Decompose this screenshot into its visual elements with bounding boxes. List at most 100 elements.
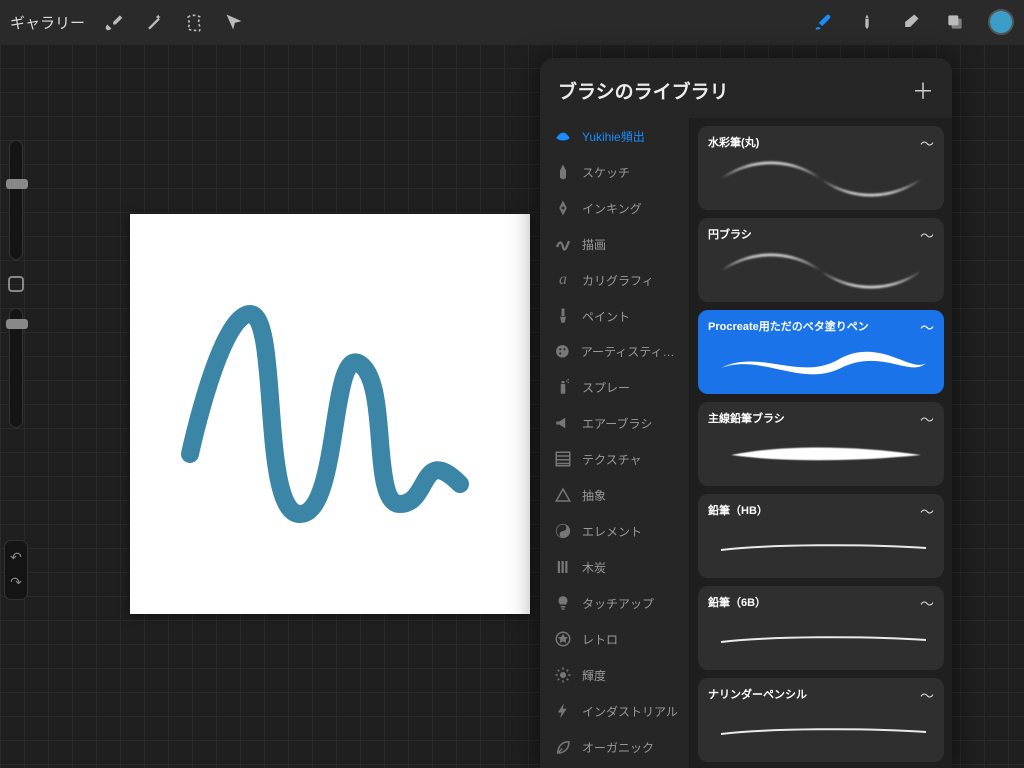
- category-label: タッチアップ: [582, 595, 654, 612]
- horn-icon: [554, 414, 572, 432]
- brush-swipe-icon: 〜: [920, 686, 934, 706]
- brush-swipe-icon: 〜: [920, 226, 934, 246]
- arrow-icon[interactable]: [223, 11, 245, 33]
- category-item[interactable]: タッチアップ: [540, 585, 689, 621]
- brush-item[interactable]: ナリンダーペンシル 〜: [698, 678, 944, 762]
- category-label: Yukihie頻出: [582, 128, 645, 145]
- brush-tool-icon[interactable]: [812, 11, 834, 33]
- brush-item[interactable]: Procreate用ただのベタ塗りペン 〜: [698, 310, 944, 394]
- category-label: インキング: [582, 200, 642, 217]
- brush-swipe-icon: 〜: [920, 318, 934, 338]
- paintbrush-icon: [554, 307, 572, 325]
- texture-icon: [554, 450, 572, 468]
- category-label: インダストリアル: [582, 703, 678, 720]
- canvas[interactable]: [130, 214, 530, 614]
- category-item[interactable]: 木炭: [540, 549, 689, 585]
- modifier-button[interactable]: [8, 276, 24, 292]
- top-toolbar: ギャラリー: [0, 0, 1024, 44]
- category-item[interactable]: スケッチ: [540, 154, 689, 190]
- brush-preview: [708, 430, 934, 480]
- brush-item[interactable]: 鉛筆（6B）〜: [698, 586, 944, 670]
- bolt-icon: [554, 702, 572, 720]
- category-item[interactable]: ペイント: [540, 298, 689, 334]
- category-item[interactable]: レトロ: [540, 621, 689, 657]
- smudge-tool-icon[interactable]: [856, 11, 878, 33]
- brush-swipe-icon: 〜: [920, 594, 934, 614]
- brush-name: ナリンダーペンシル: [708, 686, 807, 702]
- brush-name: Procreate用ただのベタ塗りペン: [708, 318, 869, 334]
- color-picker-button[interactable]: [988, 9, 1014, 35]
- stroke-icon: [554, 127, 572, 145]
- squiggle-icon: [554, 235, 572, 253]
- brush-swipe-icon: 〜: [920, 134, 934, 154]
- brush-name: 鉛筆（HB）: [708, 502, 768, 518]
- category-label: レトロ: [582, 631, 618, 648]
- category-item[interactable]: テクスチャ: [540, 441, 689, 477]
- pen-icon: [554, 199, 572, 217]
- category-label: エアーブラシ: [582, 415, 652, 432]
- sun-icon: [554, 666, 572, 684]
- category-label: ペイント: [582, 308, 630, 325]
- brush-library-panel: ブラシのライブラリ ＋ Yukihie頻出スケッチインキング描画 a カリグラフィペ…: [540, 58, 952, 768]
- brush-size-slider[interactable]: [9, 140, 23, 260]
- category-label: 抽象: [582, 487, 606, 504]
- wrench-icon[interactable]: [103, 11, 125, 33]
- category-label: オーガニック: [582, 739, 654, 756]
- brush-item[interactable]: 主線鉛筆ブラシ〜: [698, 402, 944, 486]
- undo-icon[interactable]: ↶: [10, 549, 22, 566]
- brush-category-list[interactable]: Yukihie頻出スケッチインキング描画 a カリグラフィペイントアーティスティック…: [540, 118, 690, 768]
- category-item[interactable]: アーティスティック: [540, 334, 689, 369]
- layers-icon[interactable]: [944, 11, 966, 33]
- left-slider-group: [4, 140, 28, 428]
- brush-preview: [708, 522, 934, 572]
- category-label: カリグラフィ: [582, 272, 654, 289]
- category-label: 輝度: [582, 667, 606, 684]
- eraser-tool-icon[interactable]: [900, 11, 922, 33]
- category-item[interactable]: インダストリアル: [540, 693, 689, 729]
- spray-icon: [554, 378, 572, 396]
- category-item[interactable]: エアーブラシ: [540, 405, 689, 441]
- bulb-icon: [554, 594, 572, 612]
- category-label: アーティスティック: [581, 343, 679, 360]
- brush-name: 水彩筆(丸): [708, 134, 759, 150]
- yinyang-icon: [554, 522, 572, 540]
- brush-swipe-icon: 〜: [920, 502, 934, 522]
- category-item[interactable]: Yukihie頻出: [540, 118, 689, 154]
- a-icon: a: [554, 271, 572, 289]
- undo-redo-group: ↶ ↷: [4, 540, 28, 600]
- selection-icon[interactable]: [183, 11, 205, 33]
- category-item[interactable]: オーガニック: [540, 729, 689, 765]
- category-item[interactable]: 描画: [540, 226, 689, 262]
- category-item[interactable]: a カリグラフィ: [540, 262, 689, 298]
- brush-name: 円ブラシ: [708, 226, 752, 242]
- category-item[interactable]: インキング: [540, 190, 689, 226]
- brush-preview: [708, 706, 934, 756]
- brush-list[interactable]: 水彩筆(丸)〜円ブラシ〜Procreate用ただのベタ塗りペン〜主線鉛筆ブラシ〜…: [690, 118, 952, 768]
- category-label: スプレー: [582, 379, 630, 396]
- category-item[interactable]: エレメント: [540, 513, 689, 549]
- brush-item[interactable]: 鉛筆（HB） 〜: [698, 494, 944, 578]
- bars-icon: [554, 558, 572, 576]
- palette-icon: [554, 343, 571, 360]
- brush-item[interactable]: 水彩筆(丸) 〜: [698, 126, 944, 210]
- leaf-icon: [554, 738, 572, 756]
- category-item[interactable]: 輝度: [540, 657, 689, 693]
- star-icon: [554, 630, 572, 648]
- category-label: エレメント: [582, 523, 642, 540]
- add-brush-button[interactable]: ＋: [912, 74, 934, 106]
- category-label: 描画: [582, 236, 606, 253]
- brush-preview: [708, 246, 934, 296]
- opacity-slider[interactable]: [9, 308, 23, 428]
- brush-item[interactable]: 円ブラシ 〜: [698, 218, 944, 302]
- brush-preview: [708, 338, 934, 388]
- category-item[interactable]: スプレー: [540, 369, 689, 405]
- brush-name: 主線鉛筆ブラシ: [708, 410, 785, 426]
- brush-preview: [708, 614, 934, 664]
- redo-icon[interactable]: ↷: [10, 574, 22, 591]
- wand-icon[interactable]: [143, 11, 165, 33]
- panel-title: ブラシのライブラリ: [558, 77, 729, 104]
- category-label: テクスチャ: [582, 451, 642, 468]
- triangle-icon: [554, 486, 572, 504]
- category-item[interactable]: 抽象: [540, 477, 689, 513]
- gallery-button[interactable]: ギャラリー: [10, 12, 85, 33]
